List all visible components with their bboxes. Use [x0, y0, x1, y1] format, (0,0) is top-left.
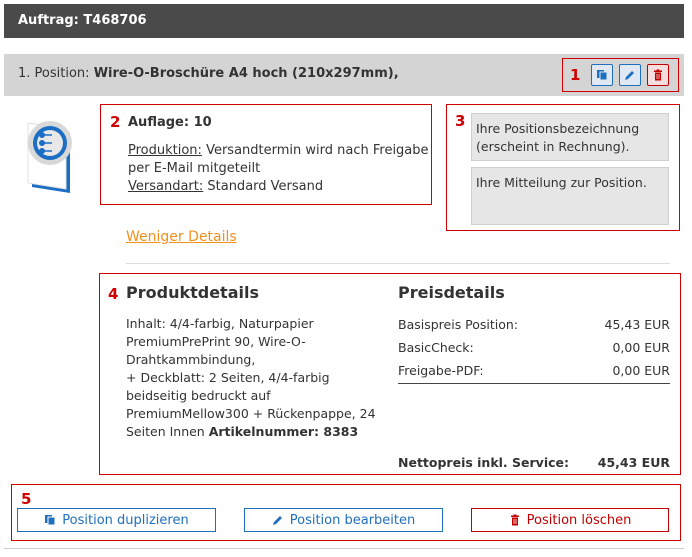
total-value: 45,43 EUR	[597, 455, 670, 470]
produktion-value-continued: per E-Mail mitgeteilt	[128, 161, 261, 176]
section-divider	[126, 263, 670, 264]
produktdetails-text: Inhalt: 4/4-farbig, Naturpapier PremiumP…	[126, 315, 394, 441]
annotation-number-5: 5	[21, 490, 32, 508]
artikelnummer: Artikelnummer: 8383	[208, 424, 359, 439]
seiten-innen-text: Seiten Innen	[126, 424, 209, 439]
price-value: 0,00 EUR	[612, 363, 670, 378]
position-message-field[interactable]: Ihre Mitteilung zur Position.	[471, 167, 669, 225]
annotation-number-2: 2	[110, 113, 121, 131]
duplicate-icon-button[interactable]	[591, 64, 613, 86]
produktdetails-line: Drahtkammbindung,	[126, 352, 256, 367]
bottom-divider	[4, 548, 684, 549]
delete-position-button[interactable]: Position löschen	[471, 508, 669, 532]
duplicate-position-button[interactable]: Position duplizieren	[17, 508, 216, 532]
price-label: BasicCheck:	[398, 340, 474, 355]
order-header: Auftrag: T468706	[4, 4, 684, 38]
price-row: Freigabe-PDF: 0,00 EUR	[398, 363, 670, 378]
price-value: 45,43 EUR	[604, 317, 671, 332]
price-label: Basispreis Position:	[398, 317, 519, 332]
product-thumbnail-icon	[27, 121, 72, 193]
order-title: Auftrag: T468706	[18, 13, 147, 28]
position-prefix: 1. Position:	[18, 66, 90, 81]
position-name: Wire-O-Broschüre A4 hoch (210x297mm),	[93, 66, 399, 81]
position-name-line-1: Ihre Positionsbezeichnung	[476, 121, 640, 136]
duplicate-icon	[597, 70, 608, 81]
position-name-line-2: (erscheint in Rechnung).	[476, 139, 630, 154]
auflage-label: Auflage: 10	[128, 115, 212, 130]
delete-position-label: Position löschen	[526, 512, 632, 528]
pencil-icon	[272, 516, 282, 525]
produktdetails-heading: Produktdetails	[126, 283, 259, 302]
total-label: Nettopreis inkl. Service:	[398, 455, 569, 470]
produktdetails-line: PremiumPrePrint 90, Wire-O-	[126, 334, 306, 349]
produktdetails-line-last: Seiten Innen Artikelnummer: 8383	[126, 423, 394, 441]
produktdetails-line: Inhalt: 4/4-farbig, Naturpapier	[126, 316, 314, 331]
produktion-line: Produktion: Versandtermin wird nach Frei…	[128, 143, 429, 158]
annotation-number-4: 4	[108, 285, 119, 303]
price-sum-line	[398, 383, 670, 384]
price-value: 0,00 EUR	[612, 340, 670, 355]
price-total-row: Nettopreis inkl. Service: 45,43 EUR	[398, 455, 670, 470]
price-row: Basispreis Position: 45,43 EUR	[398, 317, 670, 332]
position-label: 1. Position: Wire-O-Broschüre A4 hoch (2…	[18, 66, 399, 81]
edit-position-button[interactable]: Position bearbeiten	[244, 508, 443, 532]
versandart-line: Versandart: Standard Versand	[128, 179, 323, 194]
delete-icon-button[interactable]	[647, 64, 669, 86]
preisdetails-heading: Preisdetails	[398, 283, 505, 302]
trash-icon	[654, 69, 662, 81]
position-name-field[interactable]: Ihre Positionsbezeichnung (erscheint in …	[471, 113, 669, 161]
produktion-value: Versandtermin wird nach Freigabe	[201, 143, 429, 158]
annotation-number-3: 3	[455, 112, 466, 130]
position-message-placeholder: Ihre Mitteilung zur Position.	[476, 175, 647, 190]
produktdetails-line: beidseitig bedruckt auf	[126, 388, 271, 403]
trash-icon	[510, 514, 519, 526]
less-details-link[interactable]: Weniger Details	[126, 229, 237, 245]
produktdetails-line: PremiumMellow300 + Rückenpappe, 24	[126, 406, 376, 421]
edit-icon-button[interactable]	[619, 64, 641, 86]
annotation-number-1: 1	[570, 66, 581, 84]
pencil-icon	[625, 71, 634, 80]
versandart-label: Versandart:	[128, 179, 204, 194]
price-row: BasicCheck: 0,00 EUR	[398, 340, 670, 355]
duplicate-icon	[45, 515, 56, 526]
edit-position-label: Position bearbeiten	[289, 512, 416, 528]
duplicate-position-label: Position duplizieren	[62, 512, 189, 528]
produktion-label: Produktion:	[128, 143, 202, 158]
produktdetails-line: + Deckblatt: 2 Seiten, 4/4-farbig	[126, 370, 330, 385]
price-label: Freigabe-PDF:	[398, 363, 484, 378]
versandart-value: Standard Versand	[203, 179, 324, 194]
